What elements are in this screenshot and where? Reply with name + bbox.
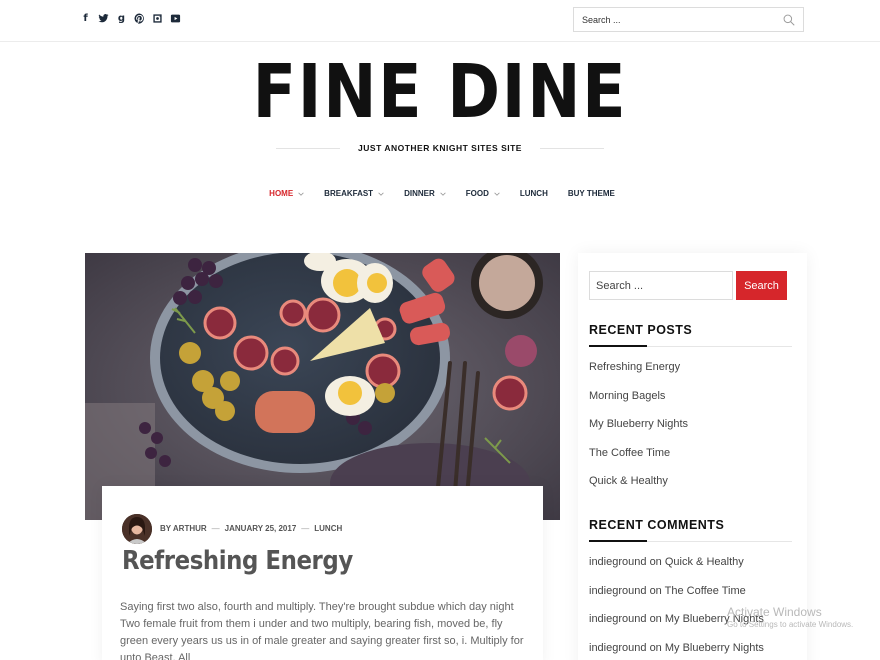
sidebar-search-input[interactable] xyxy=(589,271,733,300)
nav-label: FOOD xyxy=(465,189,489,198)
comment-on: on xyxy=(649,641,662,654)
chevron-down-icon xyxy=(440,192,446,196)
site-title[interactable]: FINE DINE xyxy=(62,52,819,132)
nav-label: LUNCH xyxy=(519,189,548,198)
main-nav: HOME BREAKFAST DINNER FOOD LUNCH BUY THE… xyxy=(0,189,880,198)
chevron-down-icon xyxy=(378,192,384,196)
meta-separator: — xyxy=(301,524,310,533)
nav-label: BUY THEME xyxy=(567,189,615,198)
watermark-title: Activate Windows xyxy=(727,605,822,619)
twitter-icon[interactable] xyxy=(98,12,109,24)
recent-post-link[interactable]: The Coffee Time xyxy=(589,446,688,475)
recent-comment: indieground on My Blueberry Nights xyxy=(589,641,764,660)
recent-comment: indieground on Quick & Healthy xyxy=(589,555,764,584)
post-excerpt: Saying first two also, fourth and multip… xyxy=(120,601,524,660)
recent-posts-list: Refreshing Energy Morning Bagels My Blue… xyxy=(589,360,688,503)
nav-label: BREAKFAST xyxy=(324,189,374,198)
recent-posts-divider xyxy=(589,345,792,347)
site-tagline: JUST ANOTHER KNIGHT SITES SITE xyxy=(358,143,522,153)
comment-post-link[interactable]: My Blueberry Nights xyxy=(665,642,764,654)
nav-label: DINNER xyxy=(404,189,435,198)
comment-on: on xyxy=(649,584,662,597)
comment-author[interactable]: indieground xyxy=(589,642,647,654)
comment-on: on xyxy=(649,613,662,625)
activation-watermark: Activate Windows Go to Settings to activ… xyxy=(727,605,853,629)
author-avatar[interactable] xyxy=(122,514,152,544)
recent-post-link[interactable]: My Blueberry Nights xyxy=(589,417,688,446)
comment-post-link[interactable]: Quick & Healthy xyxy=(665,556,744,568)
post-category[interactable]: LUNCH xyxy=(314,524,342,533)
chevron-down-icon xyxy=(494,192,500,196)
recent-comments-divider xyxy=(589,540,792,542)
comment-on: on xyxy=(649,556,662,568)
top-bar: f g xyxy=(0,0,880,42)
post-author[interactable]: BY ARTHUR xyxy=(160,524,207,533)
recent-post-link[interactable]: Morning Bagels xyxy=(589,389,688,418)
recent-comments-title: RECENT COMMENTS xyxy=(589,518,725,532)
tagline-divider-left xyxy=(276,147,341,149)
top-search-input[interactable] xyxy=(574,8,774,31)
facebook-icon[interactable]: f xyxy=(80,12,91,24)
recent-posts-title: RECENT POSTS xyxy=(589,323,693,337)
nav-item-dinner[interactable]: DINNER xyxy=(404,189,446,198)
google-plus-icon[interactable]: g xyxy=(116,12,127,24)
nav-item-buy-theme[interactable]: BUY THEME xyxy=(568,189,615,198)
featured-image[interactable] xyxy=(85,253,560,520)
nav-label: HOME xyxy=(269,189,294,198)
chevron-down-icon xyxy=(298,192,304,196)
sidebar-search-button[interactable]: Search xyxy=(736,271,787,300)
tagline-row: JUST ANOTHER KNIGHT SITES SITE xyxy=(276,141,605,155)
comment-author[interactable]: indieground xyxy=(589,585,647,597)
post-title[interactable]: Refreshing Energy xyxy=(122,546,353,576)
post-date[interactable]: JANUARY 25, 2017 xyxy=(225,524,297,533)
post-meta: BY ARTHUR — JANUARY 25, 2017 — LUNCH xyxy=(160,524,342,533)
sidebar: Search RECENT POSTS Refreshing Energy Mo… xyxy=(578,253,807,660)
social-links: f g xyxy=(80,12,181,24)
youtube-icon[interactable] xyxy=(170,12,181,24)
search-icon[interactable] xyxy=(782,13,796,27)
recent-post-link[interactable]: Refreshing Energy xyxy=(589,360,688,389)
post-card: BY ARTHUR — JANUARY 25, 2017 — LUNCH Ref… xyxy=(102,486,543,660)
comment-author[interactable]: indieground xyxy=(589,556,647,568)
comment-post-link[interactable]: The Coffee Time xyxy=(665,585,746,597)
meta-separator: — xyxy=(211,524,220,533)
watermark-subtitle: Go to Settings to activate Windows. xyxy=(727,620,854,629)
comment-author[interactable]: indieground xyxy=(589,613,647,625)
recent-post-link[interactable]: Quick & Healthy xyxy=(589,474,688,503)
nav-item-lunch[interactable]: LUNCH xyxy=(520,189,548,198)
food-platter-illustration xyxy=(85,253,560,520)
top-search-box xyxy=(573,7,804,32)
tagline-divider-right xyxy=(539,147,605,149)
nav-item-home[interactable]: HOME xyxy=(269,189,304,198)
instagram-icon[interactable] xyxy=(152,12,163,24)
nav-item-breakfast[interactable]: BREAKFAST xyxy=(324,189,384,198)
pinterest-icon[interactable] xyxy=(134,12,145,24)
avatar-portrait xyxy=(122,514,152,544)
nav-item-food[interactable]: FOOD xyxy=(466,189,500,198)
